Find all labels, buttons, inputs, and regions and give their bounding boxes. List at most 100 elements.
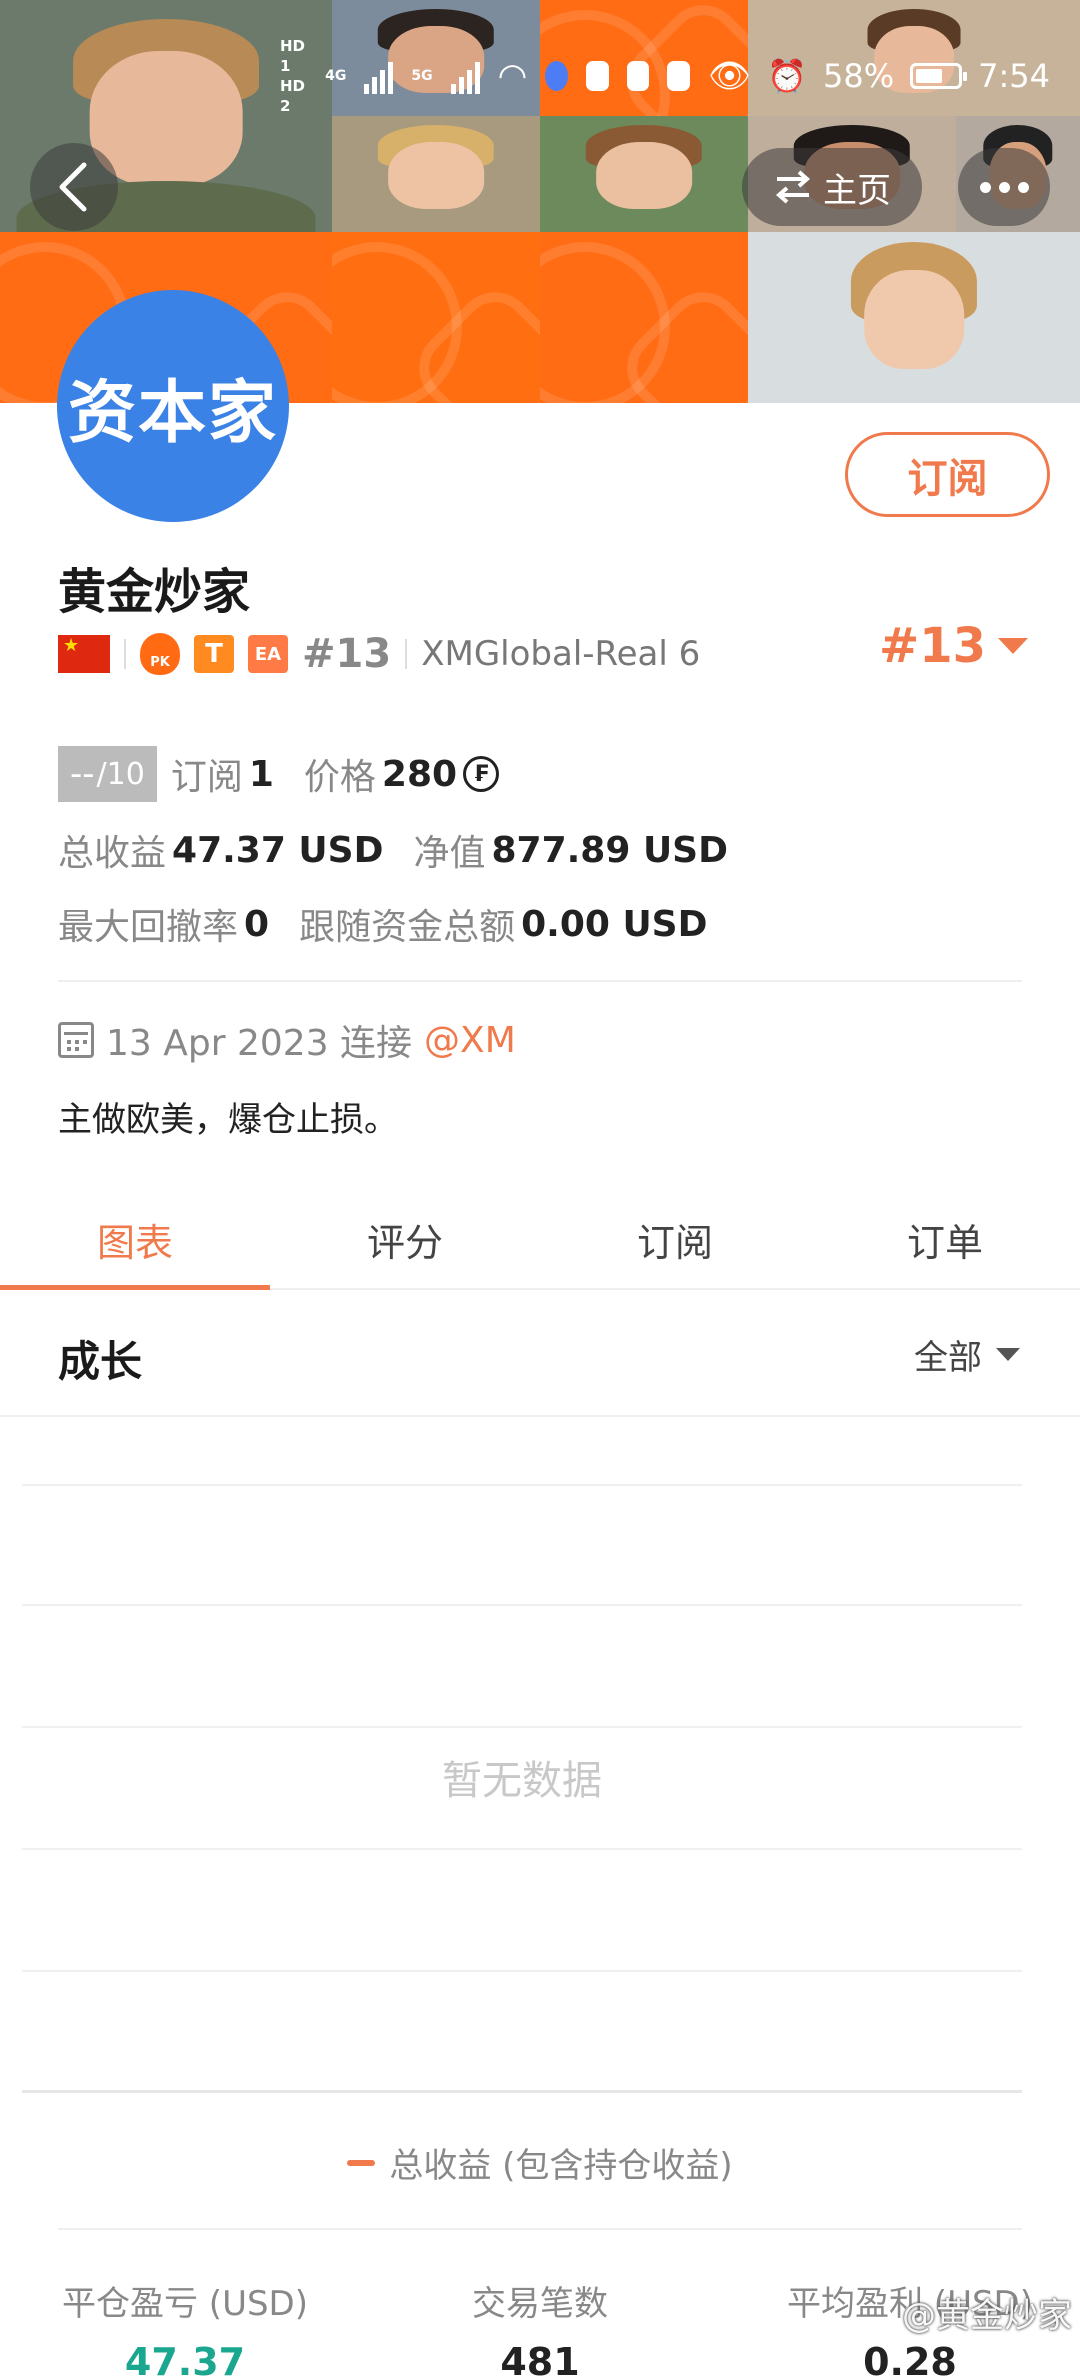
banner-pattern [332,232,540,403]
legend-label: 总收益 (包含持仓收益) [389,2146,733,2186]
tab-chart-label: 图表 [96,1220,173,1265]
paw-notification-icon [667,61,691,91]
subscribe-count-value: 1 [248,753,274,795]
battery-icon [910,63,968,89]
tab-orders-label: 订单 [906,1220,983,1265]
t-badge-label: T [205,639,223,669]
t-badge[interactable]: T [194,635,234,673]
range-filter-dropdown[interactable]: 全部 [914,1330,1020,1379]
watermark: @黄金炒家 [902,2296,1072,2336]
stats-row-1: --/10 订阅 1 价格 280 ₣ [58,744,500,804]
badge-row: PK T EA #13 XMGlobal-Real 6 [58,628,700,680]
subscribe-label: 订阅 [907,455,988,502]
connection-date: 13 Apr 2023 连接 [106,1023,413,1064]
drawdown-value: 0 [244,903,270,945]
rank-big-label: #13 [878,618,986,674]
ea-badge-label: EA [254,643,282,665]
score-badge[interactable]: --/10 [58,746,157,802]
pk-badge-label: PK [150,655,170,670]
calendar-notification-icon [585,61,609,91]
chart-baseline [22,2090,1022,2093]
avatar-text: 资本家 [67,373,278,453]
broker-link[interactable]: @XM [424,1020,516,1061]
home-switch-button[interactable]: 主页 [742,148,922,226]
alarm-icon: ⏰ [767,57,808,95]
closed-pnl-label: 平仓盈亏 (USD) [62,2284,308,2324]
home-label: 主页 [823,170,891,211]
back-button[interactable] [30,143,118,231]
legend-swatch [347,2159,376,2166]
trade-count-value: 481 [500,2340,580,2376]
caret-down-icon [998,638,1028,654]
tab-rating[interactable]: 评分 [270,1190,540,1288]
stats-row-3: 最大回撤率 0 跟随资金总额 0.00 USD [58,894,708,954]
chevron-left-icon [59,162,87,212]
paw-notification-icon [626,61,650,91]
divider [124,639,126,669]
divider [58,2228,1022,2230]
calendar-icon [58,1022,94,1058]
range-filter-label: 全部 [914,1338,982,1378]
coin-icon: ₣ [463,756,500,792]
banner-photo [332,116,540,232]
tab-chart[interactable]: 图表 [0,1190,270,1290]
bio-text: 主做欧美，爆仓止损。 [58,1100,398,1140]
more-dot-icon [979,181,991,193]
tab-rating-label: 评分 [366,1220,443,1265]
clock: 7:54 [978,57,1051,95]
empty-state-text: 暂无数据 [442,1758,602,1804]
trade-count-label: 交易笔数 [472,2284,608,2324]
banner-photo [748,232,1080,403]
ea-badge[interactable]: EA [248,635,288,673]
follow-funds-value: 0.00 USD [521,903,708,945]
avg-profit-value: 0.28 [863,2340,957,2376]
price-value: 280 [381,753,458,795]
china-flag-icon [58,635,110,673]
connection-info: 13 Apr 2023 连接 @XM [58,1014,516,1066]
total-profit-value: 47.37 USD [172,829,384,871]
banner-photo [540,116,748,232]
rank-dropdown[interactable]: #13 [879,618,1028,674]
sim1-label: HD 1 [280,37,306,75]
tab-bar: 图表 评分 订阅 订单 [0,1190,1080,1290]
more-options-button[interactable] [958,148,1050,226]
sim2-label: HD 2 [280,77,306,115]
more-dot-icon [998,181,1010,193]
divider [405,639,408,669]
growth-title: 成长 [58,1337,143,1386]
score-max: /10 [96,756,145,792]
broker-account: XMGlobal-Real 6 [421,634,701,674]
subscribe-button[interactable]: 订阅 [845,432,1050,517]
chart-gridline [22,1970,1022,1972]
signal-icon [450,58,480,94]
status-bar: HD 1 HD 2 4G 5G ◠ 👁 ⏰ 58% 7:54 [280,37,1051,115]
tab-orders[interactable]: 订单 [810,1190,1080,1288]
chart-gridline [22,1604,1022,1606]
tab-subscribe[interactable]: 订阅 [540,1190,810,1288]
avatar[interactable]: 资本家 [57,290,289,522]
battery-percent: 58% [823,57,895,95]
banner-pattern [540,232,748,403]
swap-icon [775,170,811,204]
eye-icon: 👁 [708,56,752,96]
follow-funds-label: 跟随资金总额 [299,907,516,948]
divider [0,1415,1080,1417]
drawdown-label: 最大回撤率 [58,907,239,948]
wifi-icon: ◠ [497,56,528,96]
chart-gridline [22,1848,1022,1850]
network-type-1: 4G [325,68,347,84]
stats-row-2: 总收益 47.37 USD 净值 877.89 USD [58,820,728,880]
closed-pnl-value: 47.37 [124,2340,246,2376]
pk-badge-icon[interactable]: PK [140,633,180,675]
caret-down-icon [996,1348,1020,1361]
profile-page: HD 1 HD 2 4G 5G ◠ 👁 ⏰ 58% 7:54 主页 资本家 订阅… [0,0,1080,2376]
sim-indicator: HD 1 HD 2 [280,36,307,116]
score-value: -- [70,754,95,794]
divider [58,980,1022,982]
signal-icon [364,58,394,94]
trader-name: 黄金炒家 [58,564,251,620]
price-label: 价格 [303,757,376,798]
equity-value: 877.89 USD [491,829,728,871]
subscribe-count-label: 订阅 [170,757,243,798]
tab-subscribe-label: 订阅 [636,1220,713,1265]
